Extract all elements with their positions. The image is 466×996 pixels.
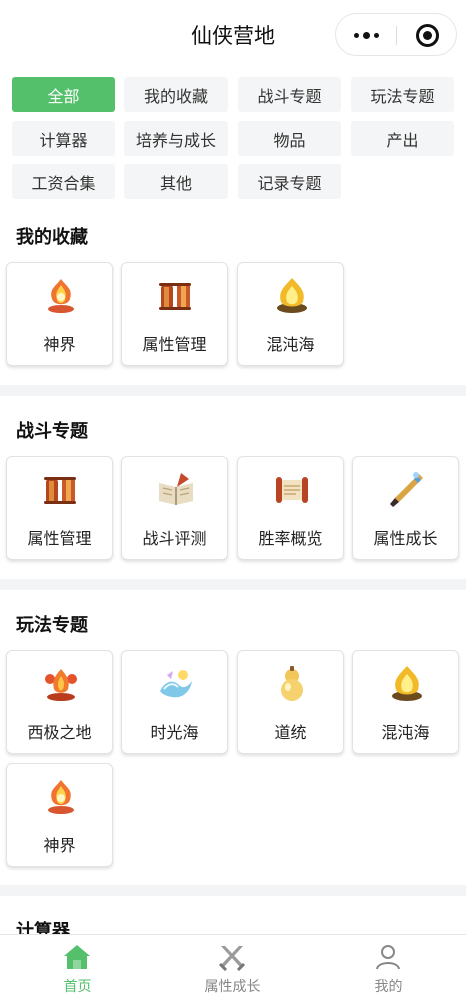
filter-chip-items[interactable]: 物品 — [238, 121, 341, 156]
tool-card-battle-evaluation[interactable]: 战斗评测 — [121, 456, 228, 560]
tool-card-attribute-management[interactable]: 属性管理 — [6, 456, 113, 560]
tool-card-daotong[interactable]: 道统 — [237, 650, 344, 754]
navigation-bar: 仙侠营地 — [0, 0, 466, 68]
tool-card-label: 混沌海 — [266, 335, 315, 354]
filter-chip-gameplay[interactable]: 玩法专题 — [351, 77, 454, 112]
tool-card-label: 胜率概览 — [258, 529, 323, 548]
tool-card-western-land[interactable]: 西极之地 — [6, 650, 113, 754]
section-divider — [0, 579, 466, 590]
tab-label: 首页 — [63, 979, 92, 995]
section-divider — [0, 885, 466, 896]
tab-home[interactable]: 首页 — [0, 935, 155, 996]
tab-label: 我的 — [374, 979, 403, 995]
tool-card-label: 神界 — [43, 335, 76, 354]
scroll-icon — [155, 275, 197, 317]
tool-card-label: 西极之地 — [27, 723, 92, 742]
mini-program-capsule — [335, 13, 457, 56]
tool-card-label: 战斗评测 — [142, 529, 207, 548]
page-content[interactable]: 全部 我的收藏 战斗专题 玩法专题 计算器 培养与成长 物品 产出 工资合集 其… — [0, 68, 466, 934]
tab-label: 属性成长 — [204, 979, 261, 995]
section-divider — [0, 385, 466, 396]
tool-card-shenjie[interactable]: 神界 — [6, 763, 113, 867]
tool-card-chaos-sea[interactable]: 混沌海 — [352, 650, 459, 754]
tool-card-chaos-sea[interactable]: 混沌海 — [237, 262, 344, 366]
tool-card-attribute-management[interactable]: 属性管理 — [121, 262, 228, 366]
swirl-wave-icon — [155, 663, 197, 705]
filter-chip-growth[interactable]: 培养与成长 — [124, 121, 228, 156]
golden-fire-bowl-icon — [386, 663, 428, 705]
section-title-calculator: 计算器 — [16, 921, 70, 934]
tool-card-label: 道统 — [274, 723, 307, 742]
tool-card-win-rate[interactable]: 胜率概览 — [237, 456, 344, 560]
crossed-swords-icon — [217, 943, 247, 971]
tool-card-label: 时光海 — [150, 723, 199, 742]
section-title-gameplay: 玩法专题 — [16, 615, 88, 636]
filter-chip-other[interactable]: 其他 — [124, 164, 228, 199]
section-title-favorites: 我的收藏 — [16, 227, 88, 248]
filter-chip-output[interactable]: 产出 — [351, 121, 454, 156]
tool-card-time-sea[interactable]: 时光海 — [121, 650, 228, 754]
fire-altar-icon — [40, 663, 82, 705]
filter-chip-calculator[interactable]: 计算器 — [12, 121, 115, 156]
user-icon — [373, 943, 403, 971]
close-target-icon[interactable] — [416, 24, 439, 47]
filter-chip-all[interactable]: 全部 — [12, 77, 115, 112]
gourd-icon — [271, 663, 313, 705]
flame-lotus-icon — [40, 776, 82, 818]
scroll-icon — [40, 469, 82, 511]
filter-chip-battle[interactable]: 战斗专题 — [238, 77, 341, 112]
tool-card-label: 神界 — [43, 836, 76, 855]
open-book-icon — [155, 469, 197, 511]
magic-brush-icon — [386, 469, 428, 511]
filter-chip-favorites[interactable]: 我的收藏 — [124, 77, 228, 112]
capsule-divider — [396, 26, 397, 45]
home-icon — [62, 943, 92, 971]
tool-card-shenjie[interactable]: 神界 — [6, 262, 113, 366]
more-options-icon[interactable] — [336, 14, 396, 57]
tool-card-label: 混沌海 — [381, 723, 430, 742]
filter-chip-records[interactable]: 记录专题 — [238, 164, 341, 199]
tool-card-label: 属性成长 — [373, 529, 438, 548]
bottom-tab-bar: 首页 属性成长 我的 — [0, 934, 466, 996]
tab-attribute-growth[interactable]: 属性成长 — [155, 935, 310, 996]
section-title-battle: 战斗专题 — [16, 421, 88, 442]
tool-card-label: 属性管理 — [142, 335, 207, 354]
tab-mine[interactable]: 我的 — [311, 935, 466, 996]
unrolled-scroll-icon — [271, 469, 313, 511]
tool-card-label: 属性管理 — [27, 529, 92, 548]
filter-chip-wages[interactable]: 工资合集 — [12, 164, 115, 199]
flame-lotus-icon — [40, 275, 82, 317]
golden-fire-bowl-icon — [271, 275, 313, 317]
tool-card-attribute-growth[interactable]: 属性成长 — [352, 456, 459, 560]
